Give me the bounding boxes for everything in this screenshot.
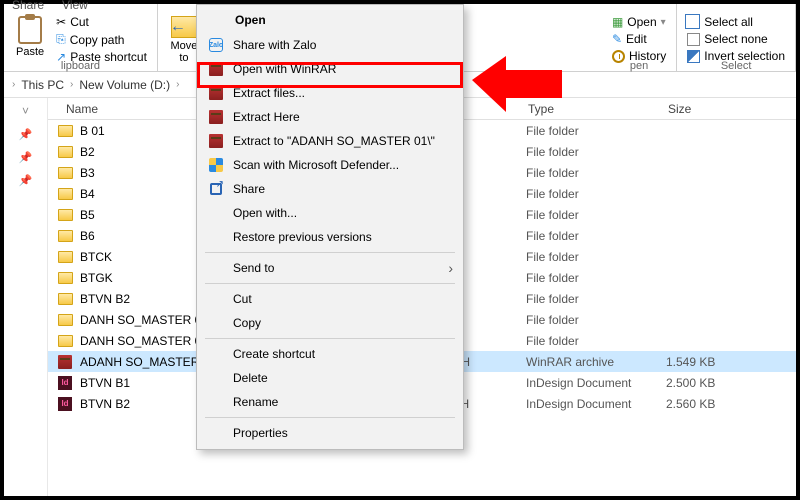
move-icon [171, 16, 197, 38]
indesign-icon: Id [58, 397, 72, 411]
folder-icon [58, 146, 73, 158]
zalo-icon: Zalo [209, 38, 223, 52]
col-type[interactable]: Type [528, 102, 668, 116]
copy-path-button[interactable]: ⎘Copy path [52, 31, 151, 48]
folder-icon [58, 314, 73, 326]
clipboard-icon [18, 16, 42, 44]
winrar-icon [209, 86, 223, 100]
file-type: File folder [526, 208, 666, 222]
ctx-scan-defender[interactable]: Scan with Microsoft Defender... [197, 153, 463, 177]
winrar-icon [209, 62, 223, 76]
ctx-cut[interactable]: Cut [197, 287, 463, 311]
edit-icon: ✎ [612, 32, 622, 46]
file-type: File folder [526, 166, 666, 180]
ctx-create-shortcut[interactable]: Create shortcut [197, 342, 463, 366]
ctx-extract-here[interactable]: Extract Here [197, 105, 463, 129]
indesign-icon: Id [58, 376, 72, 390]
nav-chevron-icon[interactable]: ˅ [22, 104, 29, 118]
winrar-icon [209, 110, 223, 124]
tab-view[interactable]: View [62, 0, 88, 12]
scissors-icon: ✂ [56, 15, 66, 29]
tab-share[interactable]: Share [12, 0, 44, 12]
file-size: 2.500 KB [666, 376, 746, 390]
ctx-open-winrar[interactable]: Open with WinRAR [197, 57, 463, 81]
share-icon [210, 183, 222, 195]
folder-icon [58, 293, 73, 305]
edit-button[interactable]: ✎Edit [608, 31, 670, 47]
folder-icon [58, 188, 73, 200]
file-type: File folder [526, 124, 666, 138]
file-size: 2.560 KB [666, 397, 746, 411]
file-type: File folder [526, 145, 666, 159]
pin-icon: 📌 [19, 128, 33, 141]
file-type: File folder [526, 187, 666, 201]
col-size[interactable]: Size [668, 102, 748, 116]
ctx-restore-versions[interactable]: Restore previous versions [197, 225, 463, 249]
file-type: File folder [526, 313, 666, 327]
open-button[interactable]: ▦Open▾ [608, 14, 670, 30]
winrar-icon [209, 134, 223, 148]
folder-icon [58, 125, 73, 137]
file-type: File folder [526, 334, 666, 348]
select-all-button[interactable]: Select all [683, 14, 789, 30]
ctx-delete[interactable]: Delete [197, 366, 463, 390]
folder-icon [58, 167, 73, 179]
path-icon: ⎘ [56, 32, 66, 47]
file-size: 1.549 KB [666, 355, 746, 369]
chevron-down-icon: ▾ [661, 17, 666, 28]
open-icon: ▦ [612, 15, 623, 29]
ctx-open-with[interactable]: Open with... [197, 201, 463, 225]
chevron-right-icon: › [12, 79, 15, 90]
ctx-extract-files[interactable]: Extract files... [197, 81, 463, 105]
ctx-extract-to[interactable]: Extract to "ADANH SO_MASTER 01\" [197, 129, 463, 153]
file-type: InDesign Document [526, 397, 666, 411]
nav-pane[interactable]: ˅ 📌 📌 📌 [4, 98, 48, 496]
file-type: File folder [526, 292, 666, 306]
file-type: File folder [526, 271, 666, 285]
select-all-icon [687, 16, 700, 29]
folder-icon [58, 251, 73, 263]
pin-icon: 📌 [19, 174, 33, 187]
select-none-icon [687, 33, 700, 46]
ctx-share[interactable]: Share [197, 177, 463, 201]
select-none-button[interactable]: Select none [683, 31, 789, 47]
folder-icon [58, 209, 73, 221]
pin-icon: 📌 [19, 151, 33, 164]
ctx-share-zalo[interactable]: ZaloShare with Zalo [197, 33, 463, 57]
file-type: File folder [526, 250, 666, 264]
folder-icon [58, 272, 73, 284]
crumb-drive[interactable]: New Volume (D:) [77, 76, 172, 94]
file-type: File folder [526, 229, 666, 243]
file-type: WinRAR archive [526, 355, 666, 369]
crumb-this-pc[interactable]: This PC [19, 76, 66, 94]
cut-button[interactable]: ✂Cut [52, 14, 151, 30]
context-menu: Open ZaloShare with Zalo Open with WinRA… [196, 4, 464, 450]
folder-icon [58, 335, 73, 347]
ctx-rename[interactable]: Rename [197, 390, 463, 414]
folder-icon [58, 230, 73, 242]
rar-icon [58, 355, 72, 369]
defender-icon [209, 158, 223, 172]
paste-button[interactable]: Paste [10, 14, 50, 60]
file-type: InDesign Document [526, 376, 666, 390]
ctx-copy[interactable]: Copy [197, 311, 463, 335]
ctx-properties[interactable]: Properties [197, 421, 463, 445]
ctx-send-to[interactable]: Send to [197, 256, 463, 280]
history-icon [612, 50, 625, 63]
ctx-header: Open [197, 9, 463, 33]
